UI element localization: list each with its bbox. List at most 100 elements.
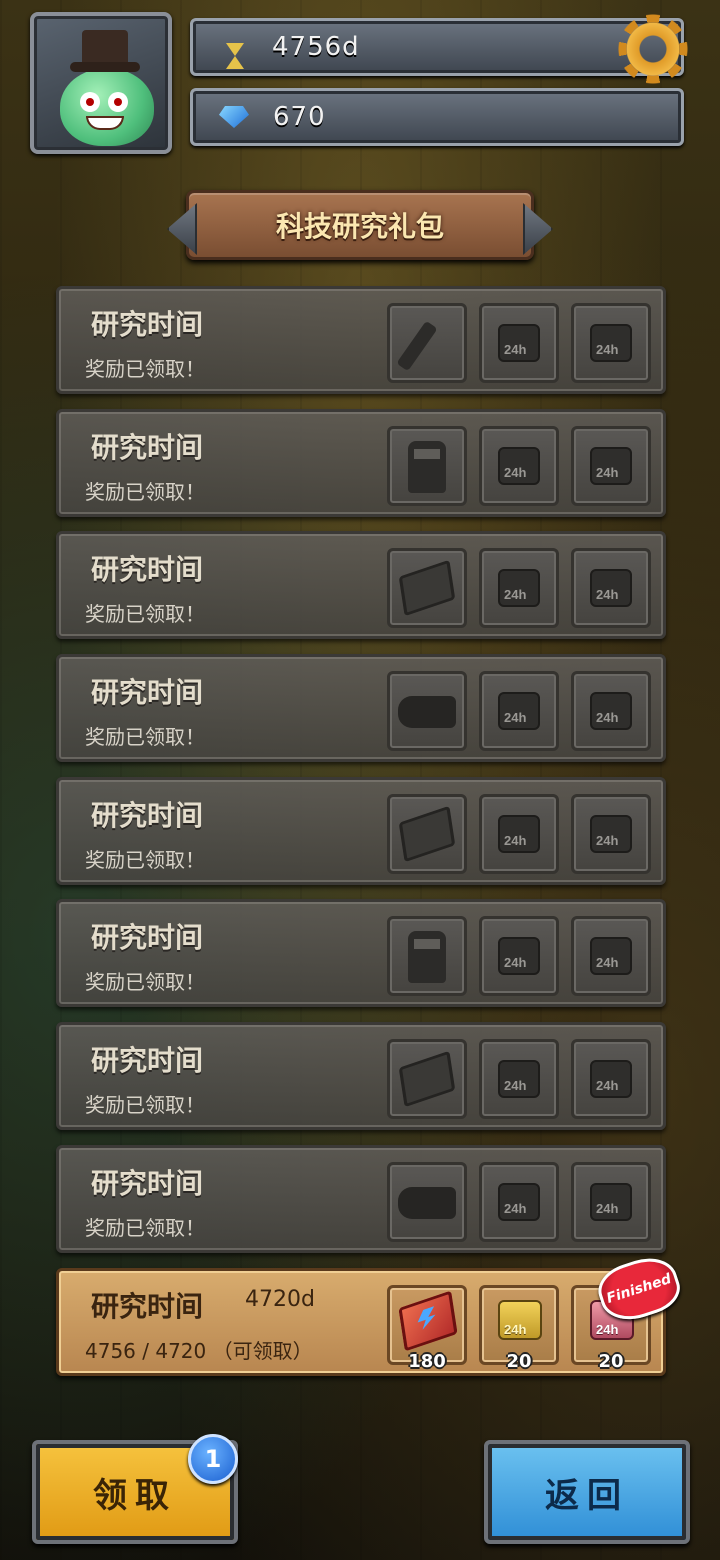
- chest-24h-icon: [498, 569, 540, 608]
- row-label: 研究时间: [91, 1289, 204, 1323]
- row-status: 奖励已领取！: [85, 1093, 205, 1118]
- row-status: 奖励已领取！: [85, 479, 205, 504]
- progress-text: 4756 / 4720 （可领取）: [85, 1338, 313, 1363]
- reward-slot[interactable]: [571, 303, 651, 383]
- chest-24h-icon: [590, 1060, 632, 1099]
- row-status: 奖励已领取！: [85, 847, 205, 872]
- slime-character-icon: [60, 68, 154, 146]
- reward-slot[interactable]: [479, 793, 559, 874]
- chest-24h-icon: [590, 1182, 632, 1221]
- item-quantity: 180: [408, 1350, 446, 1372]
- chest-24h-icon: [498, 1060, 540, 1099]
- reward-slot[interactable]: [571, 425, 651, 506]
- research-book-icon: [398, 805, 456, 863]
- reward-row: 研究时间 奖励已领取！: [56, 776, 666, 885]
- reward-row: 研究时间 奖励已领取！: [56, 899, 666, 1008]
- left-eye-icon: [80, 92, 100, 112]
- reward-slot[interactable]: [479, 303, 559, 383]
- reward-slot[interactable]: [387, 1161, 467, 1242]
- row-label: 研究时间: [91, 430, 204, 464]
- reward-row: 研究时间 奖励已领取！: [56, 531, 666, 640]
- chest-24h-icon: [498, 1182, 540, 1221]
- reward-slot[interactable]: [387, 793, 467, 874]
- reward-slot[interactable]: [387, 425, 467, 506]
- row-label: 研究时间: [91, 1166, 204, 1200]
- row-label: 研究时间: [91, 921, 204, 955]
- chest-24h-icon: [590, 937, 632, 976]
- reward-list: 研究时间 奖励已领取！ 研究时间 奖励已领取！ 研究时间 奖励已领取！ 研究时间…: [56, 286, 686, 1390]
- reward-slot[interactable]: [571, 793, 651, 874]
- reward-slot[interactable]: 180: [387, 1284, 467, 1372]
- item-quantity: 20: [506, 1350, 532, 1372]
- reward-slot[interactable]: [571, 1161, 651, 1242]
- reward-slot[interactable]: [387, 1039, 467, 1120]
- cannon-icon: [398, 696, 456, 729]
- row-status: 奖励已领取！: [85, 1215, 205, 1240]
- research-book-icon: [398, 1050, 456, 1108]
- active-reward-row[interactable]: 研究时间 4720d 4756 / 4720 （可领取） 180 20 20 F…: [56, 1249, 686, 1376]
- hourglass-icon: [226, 42, 244, 69]
- reward-slot[interactable]: [571, 548, 651, 629]
- reward-row: 研究时间 奖励已领取！: [56, 1144, 666, 1253]
- row-label: 研究时间: [91, 798, 204, 832]
- canister-icon: [408, 931, 446, 984]
- back-button[interactable]: 返回: [484, 1440, 690, 1544]
- reward-slot[interactable]: [571, 671, 651, 752]
- claim-count-badge: 1: [188, 1434, 238, 1484]
- top-hat-icon: [70, 30, 140, 72]
- wrench-icon: [396, 320, 438, 372]
- title-plank: 科技研究礼包: [186, 190, 534, 260]
- chest-24h-icon: [590, 692, 632, 731]
- reward-slot[interactable]: [479, 916, 559, 997]
- page-title: 科技研究礼包: [275, 210, 444, 243]
- chest-24h-icon: [498, 814, 540, 853]
- chest-24h-icon: [498, 692, 540, 731]
- reward-slot[interactable]: [387, 916, 467, 997]
- row-status: 奖励已领取！: [85, 602, 205, 627]
- reward-slot[interactable]: [479, 671, 559, 752]
- chest-24h-icon: [590, 569, 632, 608]
- reward-slot[interactable]: [571, 916, 651, 997]
- row-label: 研究时间: [91, 308, 204, 341]
- row-status: 奖励已领取！: [85, 725, 205, 750]
- settings-gear-icon[interactable]: [617, 13, 689, 85]
- chest-24h-icon: [498, 937, 540, 976]
- item-quantity: 20: [598, 1350, 624, 1372]
- reward-slot[interactable]: [479, 425, 559, 506]
- reward-slot[interactable]: [571, 1039, 651, 1120]
- time-resource-bar: 4756d: [190, 13, 689, 85]
- row-label: 研究时间: [91, 676, 204, 710]
- reward-slot[interactable]: [479, 548, 559, 629]
- reward-row: 研究时间 奖励已领取！: [56, 1022, 666, 1131]
- gold-chest-24h-icon: [498, 1299, 542, 1340]
- reward-row: 研究时间 奖励已领取！: [56, 654, 666, 763]
- blue-gem-icon: [219, 106, 249, 128]
- canister-icon: [408, 440, 446, 493]
- chest-24h-icon: [590, 324, 632, 362]
- row-status: 奖励已领取！: [85, 357, 205, 381]
- research-book-icon: [398, 1289, 458, 1352]
- gem-value: 670: [273, 102, 326, 132]
- row-status: 奖励已领取！: [85, 970, 205, 995]
- player-avatar[interactable]: [30, 12, 172, 154]
- chest-24h-icon: [498, 446, 540, 485]
- required-days: 4720d: [245, 1286, 315, 1312]
- research-book-icon: [398, 560, 456, 617]
- reward-row: 研究时间 奖励已领取！: [56, 408, 666, 517]
- reward-slot[interactable]: [387, 671, 467, 752]
- chest-24h-icon: [590, 814, 632, 853]
- row-label: 研究时间: [91, 553, 204, 587]
- row-label: 研究时间: [91, 1044, 204, 1078]
- reward-slot[interactable]: [387, 303, 467, 383]
- reward-slot[interactable]: [479, 1039, 559, 1120]
- right-eye-icon: [108, 92, 128, 112]
- time-value: 4756d: [272, 32, 360, 62]
- cannon-icon: [398, 1186, 456, 1219]
- chest-24h-icon: [590, 446, 632, 485]
- reward-row: 研究时间 奖励已领取！: [56, 286, 666, 394]
- reward-slot[interactable]: [387, 548, 467, 629]
- gem-resource-bar: 670: [190, 88, 684, 146]
- reward-slot[interactable]: 20: [479, 1284, 559, 1372]
- chest-24h-icon: [498, 324, 540, 362]
- reward-slot[interactable]: [479, 1161, 559, 1242]
